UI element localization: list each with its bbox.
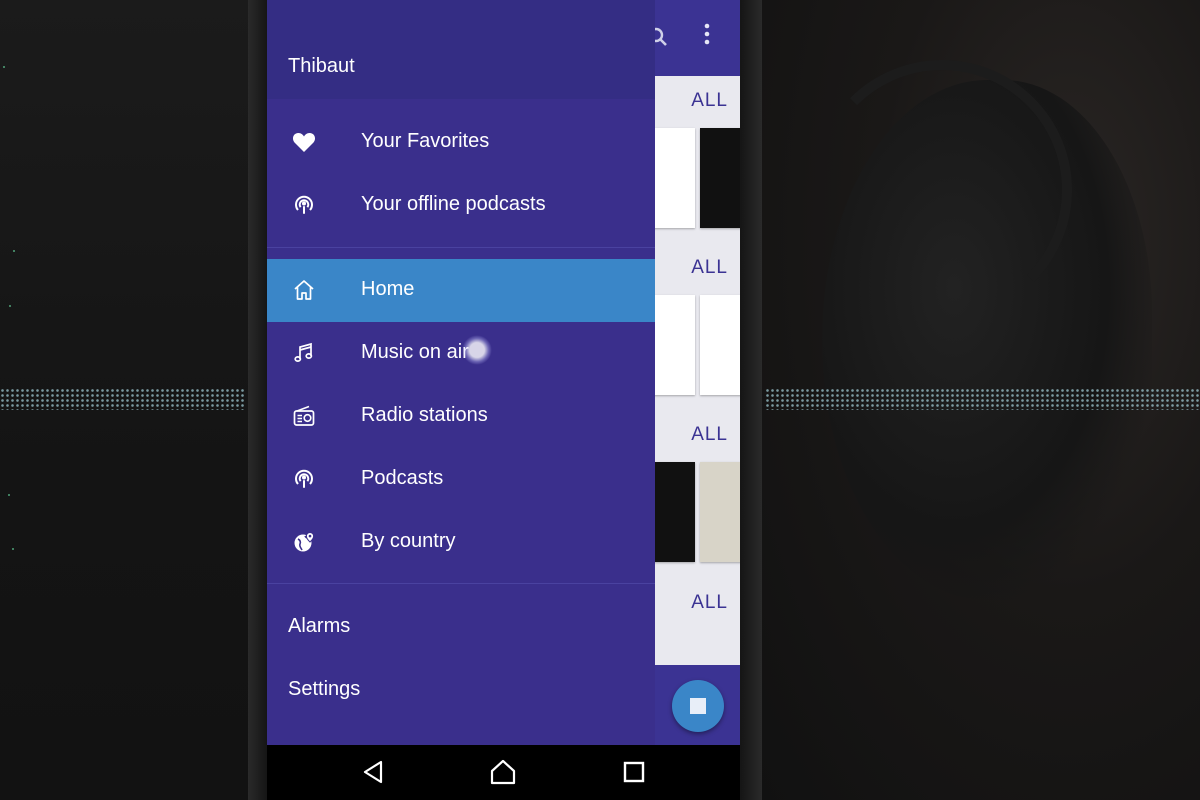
podcast-tile[interactable] [700, 462, 740, 562]
drawer-item-label: Alarms [288, 615, 351, 637]
podcast-tile[interactable] [651, 462, 695, 562]
system-nav-bar [267, 745, 740, 800]
drawer-header: Thibaut [267, 0, 655, 99]
drawer-item-settings[interactable]: Settings [267, 659, 655, 722]
drawer-item-music-on-air[interactable]: Music on air [267, 322, 655, 385]
drawer-item-alarms[interactable]: Alarms [267, 596, 655, 659]
drawer-item-label: By country [361, 530, 456, 552]
home-icon [291, 277, 317, 303]
drawer-item-favorites[interactable]: Your Favorites [267, 111, 655, 174]
drawer-item-label: Your Favorites [361, 130, 490, 152]
drawer-item-radio-stations[interactable]: Radio stations [267, 385, 655, 448]
touch-indicator [462, 335, 492, 365]
drawer-item-home[interactable]: Home [267, 259, 655, 322]
see-all-link[interactable]: ALL [691, 592, 728, 614]
drawer-item-label: Home [361, 278, 415, 300]
drawer-item-label: Settings [288, 678, 361, 700]
station-tile[interactable] [700, 128, 740, 228]
heart-icon [291, 129, 317, 155]
audio-waveform-left [0, 388, 245, 410]
recent-apps-icon[interactable] [619, 757, 649, 787]
drawer-item-label: Your offline podcasts [361, 193, 546, 215]
divider [267, 583, 655, 584]
divider [267, 247, 655, 248]
see-all-link[interactable]: ALL [691, 257, 728, 279]
station-tile[interactable] [651, 295, 695, 395]
radio-icon [291, 403, 317, 429]
stop-button[interactable] [672, 680, 724, 732]
station-tile[interactable] [700, 295, 740, 395]
globe-pin-icon [291, 529, 317, 555]
stop-icon [690, 698, 706, 714]
headphones-shape [812, 60, 1072, 320]
drawer-item-by-country[interactable]: By country [267, 511, 655, 574]
station-tile[interactable] [651, 128, 695, 228]
audio-waveform-right [765, 388, 1200, 410]
home-nav-icon[interactable] [488, 757, 518, 787]
drawer-item-podcasts[interactable]: Podcasts [267, 448, 655, 511]
drawer-item-label: Podcasts [361, 467, 444, 489]
back-icon[interactable] [358, 757, 388, 787]
drawer-item-label: Music on air [361, 341, 469, 363]
see-all-link[interactable]: ALL [691, 90, 728, 112]
podcast-icon [291, 466, 317, 492]
see-all-link[interactable]: ALL [691, 424, 728, 446]
podcast-icon [291, 192, 317, 218]
navigation-drawer: Thibaut Your Favorites Your offline podc… [267, 0, 655, 745]
drawer-item-offline-podcasts[interactable]: Your offline podcasts [267, 174, 655, 237]
more-options-icon[interactable] [703, 22, 711, 46]
music-note-icon [291, 340, 317, 366]
user-name: Thibaut [288, 55, 355, 77]
drawer-item-label: Radio stations [361, 404, 488, 426]
